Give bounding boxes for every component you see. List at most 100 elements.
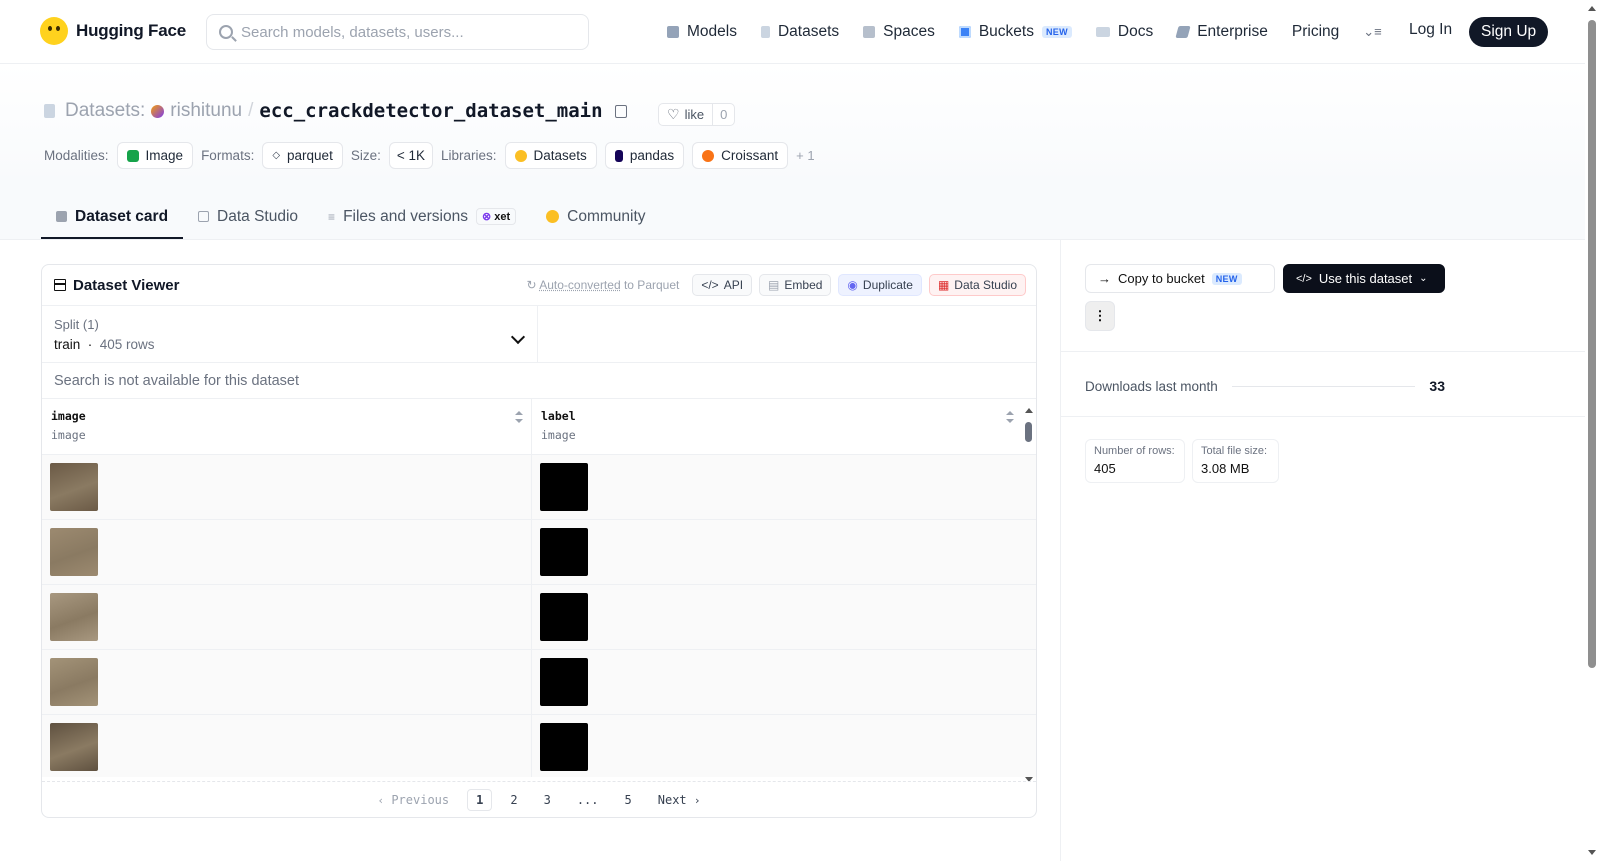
tag-parquet[interactable]: ◇ parquet bbox=[262, 142, 343, 169]
filesize-stat: Total file size: 3.08 MB bbox=[1192, 439, 1279, 483]
copy-icon[interactable] bbox=[614, 104, 627, 118]
nav-enterprise-label: Enterprise bbox=[1197, 23, 1268, 40]
table-scrollbar[interactable] bbox=[1022, 402, 1036, 782]
use-this-dataset-button[interactable]: </> Use this dataset ⌄ bbox=[1283, 264, 1445, 293]
breadcrumb-type[interactable]: Datasets: bbox=[65, 100, 145, 122]
more-options-button[interactable]: ⋮ bbox=[1085, 301, 1115, 331]
tag-datasets-lib[interactable]: Datasets bbox=[504, 142, 597, 169]
label-cell bbox=[532, 650, 596, 714]
signup-button[interactable]: Sign Up bbox=[1469, 17, 1549, 47]
tab-community-label: Community bbox=[567, 207, 646, 225]
login-link[interactable]: Log In bbox=[1409, 21, 1452, 39]
viewer-title: Dataset Viewer bbox=[54, 277, 179, 294]
label-mask-thumbnail[interactable] bbox=[540, 658, 588, 706]
scroll-up-icon[interactable] bbox=[1588, 6, 1596, 11]
nav-buckets[interactable]: Buckets NEW bbox=[958, 23, 1072, 41]
more-tags[interactable]: + 1 bbox=[796, 148, 814, 163]
main-menu: Models Datasets Spaces Buckets NEW Docs E… bbox=[667, 0, 1406, 64]
split-selector[interactable]: Split (1) train · 405 rows bbox=[42, 306, 538, 362]
label-mask-thumbnail[interactable] bbox=[540, 723, 588, 771]
label-mask-thumbnail[interactable] bbox=[540, 528, 588, 576]
page-5[interactable]: 5 bbox=[617, 790, 640, 810]
image-thumbnail[interactable] bbox=[50, 723, 98, 771]
tab-community[interactable]: Community bbox=[531, 196, 660, 239]
embed-icon: ▤ bbox=[768, 278, 780, 292]
xet-badge-label: xet bbox=[494, 211, 511, 223]
nav-pricing[interactable]: Pricing bbox=[1292, 23, 1339, 41]
tab-files[interactable]: ≡ Files and versions ⊗ xet bbox=[313, 196, 531, 239]
image-thumbnail[interactable] bbox=[50, 593, 98, 641]
nav-spaces[interactable]: Spaces bbox=[863, 23, 935, 41]
page-scrollbar[interactable] bbox=[1585, 0, 1600, 861]
scroll-up-icon[interactable] bbox=[1025, 408, 1033, 413]
repo-name[interactable]: ecc_crackdetector_dataset_main bbox=[259, 100, 602, 122]
nav-datasets[interactable]: Datasets bbox=[760, 23, 839, 41]
label-mask-thumbnail[interactable] bbox=[540, 593, 588, 641]
nav-docs[interactable]: Docs bbox=[1095, 23, 1153, 41]
split-row: Split (1) train · 405 rows bbox=[42, 306, 1036, 363]
image-cell bbox=[42, 585, 532, 649]
tag-image[interactable]: Image bbox=[116, 142, 194, 169]
duplicate-label: Duplicate bbox=[862, 278, 913, 292]
column-header-label[interactable]: label image bbox=[532, 399, 1022, 454]
tag-croissant[interactable]: Croissant bbox=[692, 142, 789, 169]
nav-more-menu[interactable]: ⌄≡ bbox=[1363, 24, 1381, 40]
like-button[interactable]: ♡ like bbox=[659, 104, 714, 125]
api-button[interactable]: </> API bbox=[692, 274, 753, 296]
data-studio-label: Data Studio bbox=[954, 278, 1017, 292]
docs-icon bbox=[1095, 27, 1110, 37]
label-mask-thumbnail[interactable] bbox=[540, 463, 588, 511]
downloads-value: 33 bbox=[1429, 378, 1445, 394]
duplicate-icon: ◉ bbox=[847, 278, 858, 292]
image-thumbnail[interactable] bbox=[50, 658, 98, 706]
next-page[interactable]: Next › bbox=[650, 790, 709, 810]
sort-icon[interactable] bbox=[515, 411, 523, 423]
top-navbar: Hugging Face Models Datasets Spaces Buck… bbox=[0, 0, 1585, 64]
viewer-actions: ↻ Auto-converted to Parquet </> API ▤ Embe… bbox=[527, 274, 1026, 296]
viewer-title-text: Dataset Viewer bbox=[73, 276, 180, 294]
spaces-icon bbox=[863, 26, 876, 38]
filesize-value: 3.08 MB bbox=[1201, 461, 1250, 476]
new-badge: NEW bbox=[1041, 26, 1072, 38]
buckets-icon bbox=[958, 26, 971, 38]
tag-parquet-label: parquet bbox=[287, 148, 333, 163]
breadcrumb-owner[interactable]: rishitunu bbox=[170, 100, 242, 122]
hugging-face-emoji-icon bbox=[40, 17, 68, 45]
tag-size[interactable]: < 1K bbox=[388, 142, 433, 169]
image-thumbnail[interactable] bbox=[50, 528, 98, 576]
page-scroll-thumb[interactable] bbox=[1588, 20, 1596, 668]
page-2[interactable]: 2 bbox=[502, 790, 525, 810]
sort-icon[interactable] bbox=[1006, 411, 1014, 423]
page-1[interactable]: 1 bbox=[467, 788, 493, 811]
data-studio-button[interactable]: ▦ Data Studio bbox=[928, 274, 1026, 296]
tag-pandas[interactable]: pandas bbox=[604, 142, 685, 169]
copy-to-bucket-button[interactable]: → Copy to bucket NEW bbox=[1085, 264, 1275, 293]
chevron-down-icon: ⌄ bbox=[1419, 273, 1428, 284]
page-3[interactable]: 3 bbox=[536, 790, 559, 810]
brand-logo[interactable]: Hugging Face bbox=[40, 17, 186, 45]
table-body bbox=[42, 455, 1036, 777]
parquet-icon: ◇ bbox=[272, 150, 281, 161]
duplicate-button[interactable]: ◉ Duplicate bbox=[838, 274, 922, 296]
previous-label: Previous bbox=[391, 792, 450, 807]
kebab-icon: ⋮ bbox=[1093, 308, 1107, 323]
global-search[interactable] bbox=[206, 14, 589, 50]
scroll-thumb[interactable] bbox=[1025, 422, 1032, 442]
nav-models[interactable]: Models bbox=[667, 23, 737, 41]
dataset-viewer: Dataset Viewer ↻ Auto-converted to Parqu… bbox=[41, 264, 1037, 818]
nav-enterprise[interactable]: Enterprise bbox=[1175, 23, 1268, 41]
image-thumbnail[interactable] bbox=[50, 463, 98, 511]
copy-to-bucket-label: Copy to bucket bbox=[1118, 271, 1205, 286]
search-input[interactable] bbox=[241, 23, 561, 41]
column-header-image[interactable]: image image bbox=[42, 399, 532, 454]
embed-button[interactable]: ▤ Embed bbox=[759, 274, 832, 296]
tab-dataset-card[interactable]: Dataset card bbox=[41, 196, 184, 239]
previous-page[interactable]: ‹ Previous bbox=[369, 790, 457, 810]
downloads-stat: Downloads last month 33 bbox=[1085, 378, 1445, 394]
image-icon bbox=[126, 149, 139, 162]
autoconverted-link[interactable]: Auto-converted bbox=[539, 278, 620, 292]
scroll-down-icon[interactable] bbox=[1588, 850, 1596, 855]
tab-data-studio[interactable]: Data Studio bbox=[183, 196, 313, 239]
viewer-search-input[interactable] bbox=[54, 372, 454, 389]
xet-icon: ⊗ bbox=[481, 211, 492, 223]
